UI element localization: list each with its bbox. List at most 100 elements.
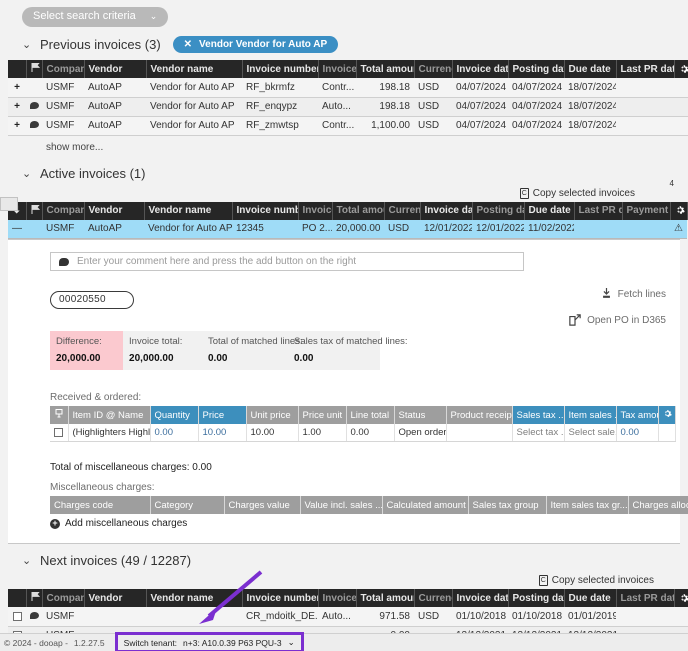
col-due-date[interactable]: Due date <box>564 60 617 78</box>
row-side-handle[interactable] <box>0 197 18 211</box>
line-price[interactable]: 10.00 <box>198 424 247 442</box>
col-invoice-type[interactable]: Invoice <box>318 589 357 607</box>
col-invoice-date[interactable]: Invoice date <box>420 201 473 220</box>
table-row[interactable]: + USMF AutoAP Vendor for Auto AP RF_zmwtsp Co… <box>8 116 688 136</box>
col-posting-date[interactable]: Posting date <box>508 60 565 78</box>
col-product-receipt[interactable]: Product receipt <box>446 406 513 424</box>
col-due-date[interactable]: Due date <box>564 589 617 607</box>
col-invoice-date[interactable]: Invoice date <box>452 60 509 78</box>
col-flag[interactable] <box>26 201 43 220</box>
comment-input[interactable]: Enter your comment here and press the ad… <box>50 252 524 271</box>
checkbox-icon[interactable] <box>12 611 22 621</box>
row-expand-button[interactable]: + <box>8 78 26 98</box>
table-row[interactable]: + USMF AutoAP Vendor for Auto AP RF_bkrmfz Co… <box>8 78 688 98</box>
row-comment-icon[interactable] <box>26 78 42 98</box>
col-line-select[interactable] <box>50 406 69 424</box>
col-vendor[interactable]: Vendor <box>84 589 147 607</box>
col-charges-code[interactable]: Charges code <box>50 496 151 514</box>
row-collapse-button[interactable]: — <box>8 219 26 239</box>
col-last-pr-date[interactable]: Last PR date <box>616 589 675 607</box>
collapse-caret-icon[interactable]: ⌄ <box>22 167 32 180</box>
col-flag[interactable] <box>26 589 43 607</box>
close-icon[interactable]: ✕ <box>184 39 192 50</box>
show-more-link[interactable]: show more... <box>8 136 680 157</box>
col-total-amount[interactable]: Total amount <box>356 589 415 607</box>
col-category[interactable]: Category <box>150 496 225 514</box>
col-posting-date[interactable]: Posting date <box>508 589 565 607</box>
col-invoice-type[interactable]: Invoice <box>298 201 333 220</box>
col-tax-amount[interactable]: Tax amount <box>616 406 659 424</box>
col-total-amount[interactable]: Total amount <box>332 201 385 220</box>
col-vendor-name[interactable]: Vendor name <box>144 201 233 220</box>
chevron-down-icon[interactable]: ⌄ <box>288 637 295 648</box>
row-expand-button[interactable]: + <box>8 97 26 117</box>
switch-tenant-button[interactable]: Switch tenant: n+3: A10.0.39 P63 PQU-3 ⌄ <box>114 632 304 651</box>
col-currency[interactable]: Currency <box>414 589 453 607</box>
grid-settings-button[interactable] <box>670 201 688 220</box>
row-comment-icon[interactable] <box>26 97 42 117</box>
invoice-number-field[interactable]: 00020550 <box>50 291 134 309</box>
col-payment-date[interactable]: Payment date <box>622 201 671 220</box>
col-value-incl-sales[interactable]: Value incl. sales ... <box>300 496 383 514</box>
col-sales-tax-group[interactable]: Sales tax group <box>468 496 547 514</box>
col-charges-allocation[interactable]: Charges allocation <box>628 496 688 514</box>
col-vendor-name[interactable]: Vendor name <box>146 60 243 78</box>
fetch-lines-button[interactable]: Fetch lines <box>569 288 666 300</box>
row-comment-icon[interactable] <box>26 607 42 627</box>
col-calculated-amount[interactable]: Calculated amount <box>382 496 469 514</box>
col-total-amount[interactable]: Total amount <box>356 60 415 78</box>
collapse-caret-icon[interactable]: ⌄ <box>22 554 32 567</box>
col-due-date[interactable]: Due date <box>524 201 575 220</box>
col-flag[interactable] <box>26 60 43 78</box>
col-sales-tax[interactable]: Sales tax ... <box>512 406 565 424</box>
col-item-sales-tax-group[interactable]: Item sales tax gr... <box>546 496 629 514</box>
lines-grid-settings-button[interactable] <box>658 406 676 424</box>
line-tax-amount[interactable]: 0.00 <box>616 424 659 442</box>
col-item-id-name[interactable]: Item ID @ Name <box>68 406 151 424</box>
col-vendor[interactable]: Vendor <box>84 60 147 78</box>
grid-settings-button[interactable] <box>674 589 688 607</box>
collapse-caret-icon[interactable]: ⌄ <box>22 38 32 51</box>
row-warning-icon[interactable]: ⚠ <box>670 219 687 239</box>
col-invoice-type[interactable]: Invoice t <box>318 60 357 78</box>
line-item-sales-tax[interactable]: Select sale... <box>564 424 617 442</box>
copy-selected-invoices-button[interactable]: C Copy selected invoices <box>519 187 635 199</box>
col-price-unit[interactable]: Price unit <box>298 406 347 424</box>
col-company[interactable]: Company <box>42 201 85 220</box>
vendor-filter-chip[interactable]: ✕ Vendor Vendor for Auto AP <box>172 36 339 53</box>
col-item-sales-tax[interactable]: Item sales ... <box>564 406 617 424</box>
col-invoice-number[interactable]: Invoice number <box>242 60 319 78</box>
col-invoice-number[interactable]: Invoice number <box>242 589 319 607</box>
col-posting-date[interactable]: Posting date <box>472 201 525 220</box>
select-search-criteria-button[interactable]: Select search criteria ⌄ <box>22 7 169 27</box>
line-checkbox[interactable] <box>50 424 69 442</box>
copy-selected-invoices-button[interactable]: C Copy selected invoices <box>538 575 654 586</box>
col-quantity[interactable]: Quantity <box>150 406 199 424</box>
active-invoice-row[interactable]: — USMF AutoAP Vendor for Auto AP 12345 P… <box>8 219 687 239</box>
col-status[interactable]: Status <box>394 406 447 424</box>
table-row[interactable]: USMF CR_mdoitk_DE... Auto... 971.58 USD 01/10… <box>8 607 688 627</box>
col-company[interactable]: Company <box>42 589 85 607</box>
add-miscellaneous-charges-button[interactable]: + Add miscellaneous charges <box>50 518 664 529</box>
grid-settings-button[interactable] <box>674 60 688 78</box>
row-comment-icon[interactable] <box>26 116 42 136</box>
col-invoice-number[interactable]: Invoice number <box>232 201 299 220</box>
row-expand-button[interactable]: + <box>8 116 26 136</box>
open-po-in-d365-button[interactable]: Open PO in D365 <box>569 314 666 326</box>
col-unit-price[interactable]: Unit price <box>246 406 299 424</box>
col-line-total[interactable]: Line total <box>346 406 395 424</box>
checkbox-icon[interactable] <box>54 427 64 437</box>
col-vendor[interactable]: Vendor <box>84 201 145 220</box>
row-checkbox[interactable] <box>8 607 26 627</box>
col-charges-value[interactable]: Charges value <box>224 496 301 514</box>
col-currency[interactable]: Currency <box>414 60 453 78</box>
col-last-pr-date[interactable]: Last PR date <box>616 60 675 78</box>
col-price[interactable]: Price <box>198 406 247 424</box>
row-flag-cell[interactable] <box>26 219 42 239</box>
line-sales-tax[interactable]: Select tax ... <box>512 424 565 442</box>
col-invoice-date[interactable]: Invoice date <box>452 589 509 607</box>
table-row[interactable]: + USMF AutoAP Vendor for Auto AP RF_enqypz Au… <box>8 97 688 117</box>
col-currency[interactable]: Currency <box>384 201 421 220</box>
line-quantity[interactable]: 0.00 <box>150 424 199 442</box>
line-row[interactable]: (Highlighters Highl... 0.00 10.00 10.00 … <box>50 424 676 442</box>
